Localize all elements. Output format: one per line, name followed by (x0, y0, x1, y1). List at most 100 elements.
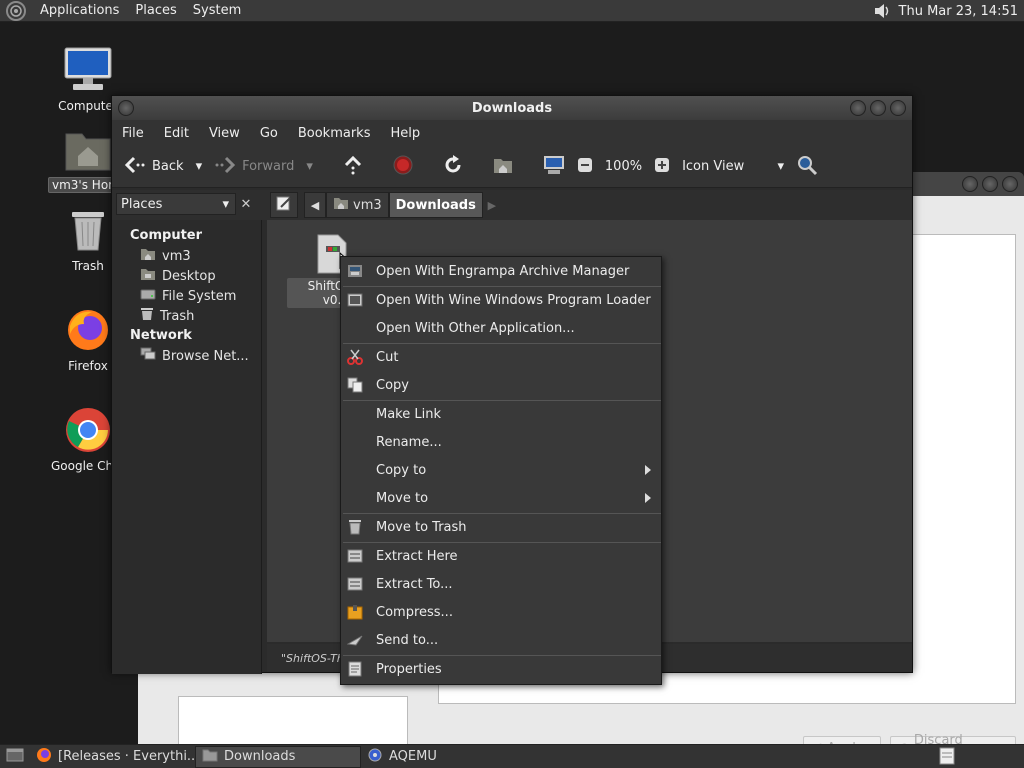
taskbar-item-label: AQEMU (389, 749, 437, 764)
menu-item-label: Properties (376, 661, 442, 677)
close-sidebar-button[interactable]: ✕ (236, 193, 256, 215)
location-bar: Places ▾ ✕ ◀ vm3 Downloads ▶ (112, 190, 912, 220)
menu-item-properties[interactable]: Properties (341, 656, 661, 682)
sidebar-item-browse-network[interactable]: Browse Net... (112, 346, 261, 366)
close-button[interactable] (890, 100, 906, 116)
computer-button[interactable] (539, 152, 569, 182)
forward-button[interactable]: Forward (210, 152, 298, 182)
window-menu-button[interactable] (118, 100, 134, 116)
menu-item-label: Compress... (376, 604, 453, 620)
gnome-foot-icon[interactable] (6, 0, 26, 21)
places-label: Places (121, 196, 163, 212)
menu-item-move-to[interactable]: Move to (341, 485, 661, 511)
clock[interactable]: Thu Mar 23, 14:51 (899, 4, 1018, 19)
minimize-button[interactable] (962, 176, 978, 192)
stop-icon (393, 155, 413, 179)
search-button[interactable] (792, 152, 822, 182)
chevron-down-icon: ▾ (306, 159, 313, 174)
menu-item-copy[interactable]: Copy (341, 372, 661, 398)
menu-go[interactable]: Go (250, 126, 288, 141)
desktop-label: Trash (72, 259, 104, 273)
wine-icon (347, 292, 363, 308)
taskbar-item-downloads[interactable]: Downloads (195, 745, 361, 768)
sidebar-item-file-system[interactable]: File System (112, 286, 261, 306)
top-panel: Applications Places System Thu Mar 23, 1… (0, 0, 1024, 22)
zoom-in-button[interactable] (650, 152, 674, 182)
folder-icon (202, 748, 218, 766)
breadcrumb-left-button[interactable]: ◀ (304, 192, 326, 218)
menu-item-open-with-engrampa[interactable]: Open With Engrampa Archive Manager (341, 258, 661, 284)
up-button[interactable] (339, 152, 367, 182)
menu-item-copy-to[interactable]: Copy to (341, 457, 661, 483)
maximize-button[interactable] (982, 176, 998, 192)
menu-item-label: Cut (376, 349, 399, 365)
places-menu[interactable]: Places (127, 3, 184, 18)
notes-icon[interactable] (938, 747, 956, 768)
breadcrumb-vm3[interactable]: vm3 (326, 192, 389, 218)
up-arrow-icon (343, 155, 363, 179)
menu-bookmarks[interactable]: Bookmarks (288, 126, 381, 141)
taskbar-item-aqemu[interactable]: AQEMU (361, 746, 511, 768)
zoom-out-icon (577, 157, 593, 177)
chevron-left-icon: ◀ (310, 198, 320, 212)
breadcrumb-right-button[interactable]: ▶ (483, 192, 501, 218)
location-edit-toggle[interactable] (270, 192, 298, 218)
sidebar-type-select[interactable]: Places ▾ (116, 193, 236, 215)
menu-item-rename[interactable]: Rename... (341, 429, 661, 455)
menu-item-send-to[interactable]: Send to... (341, 627, 661, 653)
menu-item-compress[interactable]: Compress... (341, 599, 661, 625)
system-menu[interactable]: System (185, 3, 249, 18)
properties-icon (347, 661, 363, 677)
breadcrumb-label: Downloads (395, 197, 476, 213)
places-sidebar: Computer vm3 Desktop File System Trash N (112, 220, 262, 674)
menu-view[interactable]: View (199, 126, 250, 141)
engrampa-icon (347, 263, 363, 279)
forward-arrow-icon (214, 156, 236, 178)
back-button[interactable]: Back (120, 152, 188, 182)
taskbar-item-releases[interactable]: [Releases · Everythi... (30, 746, 195, 768)
menu-item-extract-here[interactable]: Extract Here (341, 543, 661, 569)
stop-button[interactable] (389, 152, 417, 182)
applications-menu[interactable]: Applications (32, 3, 127, 18)
menu-item-label: Move to (376, 490, 429, 506)
zoom-out-button[interactable] (573, 152, 597, 182)
chevron-right-icon: ▶ (487, 198, 497, 212)
menu-file[interactable]: File (112, 126, 154, 141)
close-button[interactable] (1002, 176, 1018, 192)
menu-item-make-link[interactable]: Make Link (341, 401, 661, 427)
menu-item-open-with-wine[interactable]: Open With Wine Windows Program Loader (341, 287, 661, 313)
window-title: Downloads (471, 100, 553, 116)
speaker-icon[interactable] (873, 2, 891, 20)
sidebar-item-desktop[interactable]: Desktop (112, 266, 261, 286)
view-mode-select[interactable]: Icon View ▾ (678, 152, 788, 182)
menu-item-open-with-other[interactable]: Open With Other Application... (341, 315, 661, 341)
zoom-level[interactable]: 100% (601, 152, 646, 182)
window-titlebar[interactable]: Downloads (112, 96, 912, 120)
menu-item-label: Open With Other Application... (376, 320, 575, 336)
firefox-icon (36, 747, 52, 767)
menu-item-move-to-trash[interactable]: Move to Trash (341, 514, 661, 540)
menu-item-label: Extract To... (376, 576, 453, 592)
minimize-button[interactable] (850, 100, 866, 116)
forward-history-dropdown[interactable]: ▾ (302, 152, 317, 182)
taskbar-item-label: Downloads (224, 749, 296, 764)
breadcrumb-downloads[interactable]: Downloads (388, 192, 483, 218)
network-icon (140, 347, 156, 365)
home-button[interactable] (489, 152, 517, 182)
breadcrumb-label: vm3 (353, 197, 382, 213)
back-history-dropdown[interactable]: ▾ (192, 152, 207, 182)
menu-item-extract-to[interactable]: Extract To... (341, 571, 661, 597)
computer-icon (543, 155, 565, 179)
menu-help[interactable]: Help (380, 126, 430, 141)
sidebar-item-trash[interactable]: Trash (112, 306, 261, 326)
menu-item-cut[interactable]: Cut (341, 344, 661, 370)
reload-button[interactable] (439, 152, 467, 182)
maximize-button[interactable] (870, 100, 886, 116)
show-desktop-button[interactable] (0, 746, 30, 768)
sidebar-item-vm3[interactable]: vm3 (112, 246, 261, 266)
home-folder-icon (333, 196, 349, 214)
menu-item-label: Rename... (376, 434, 442, 450)
taskbar: [Releases · Everythi... Downloads AQEMU (0, 744, 1024, 768)
sidebar-item-label: File System (162, 288, 237, 304)
menu-edit[interactable]: Edit (154, 126, 199, 141)
